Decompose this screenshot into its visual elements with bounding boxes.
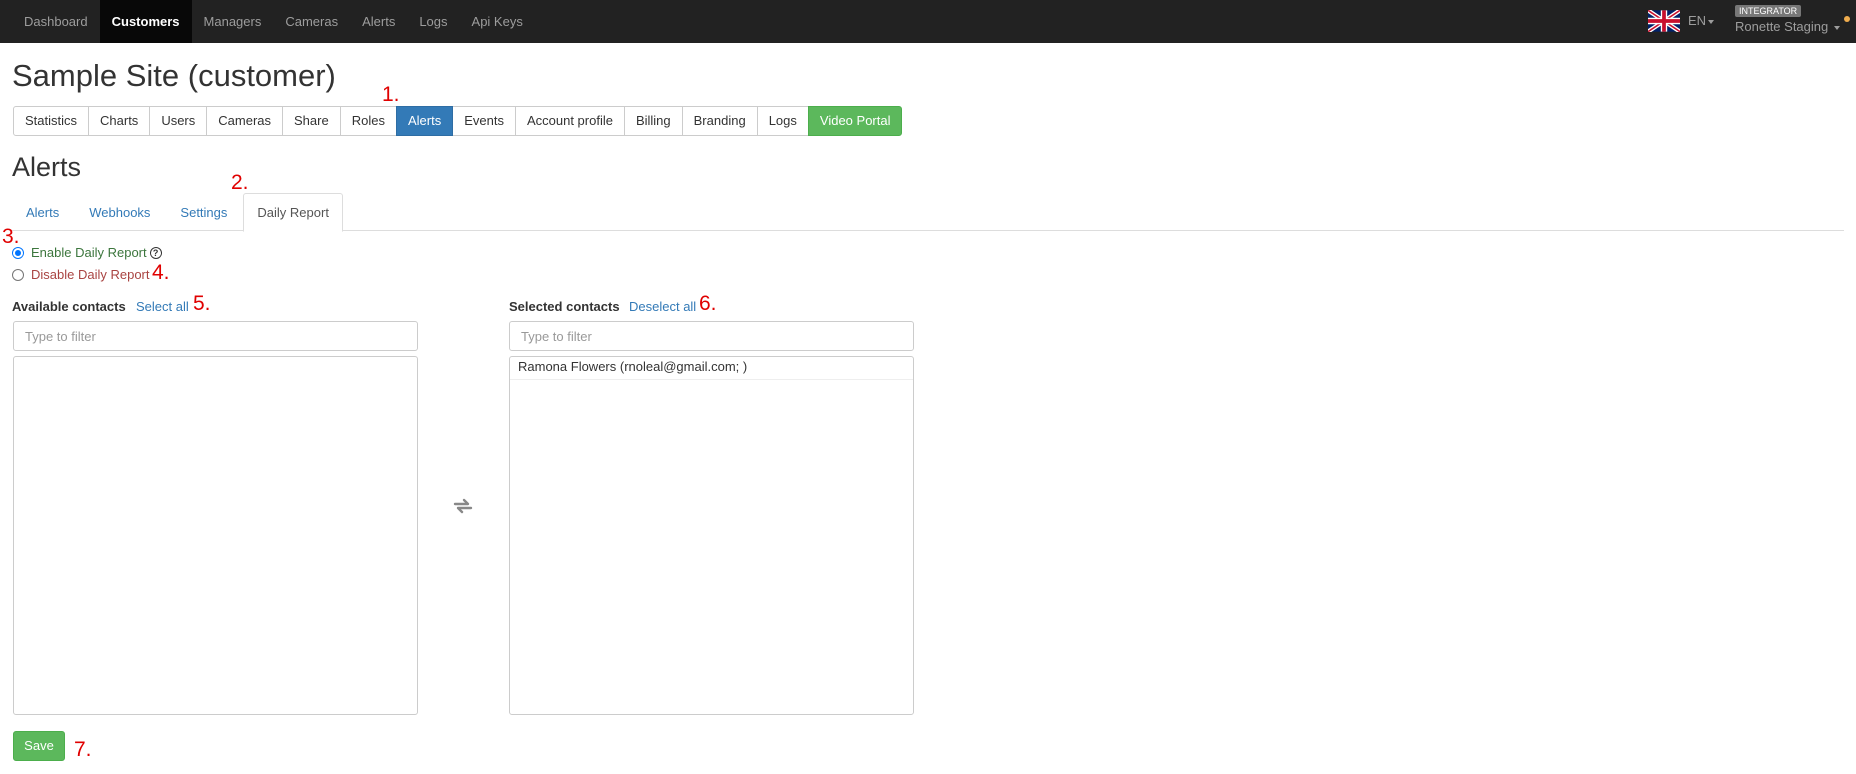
nav-cameras[interactable]: Cameras: [273, 0, 350, 43]
btn-statistics[interactable]: Statistics: [13, 106, 90, 136]
btn-alerts[interactable]: Alerts: [395, 106, 454, 136]
deselect-all-link[interactable]: Deselect all: [629, 299, 696, 314]
disable-daily-report-radio[interactable]: [12, 268, 24, 281]
annotation-2: 2.: [231, 171, 249, 194]
btn-billing[interactable]: Billing: [623, 106, 683, 136]
chevron-down-icon: [1833, 25, 1840, 30]
tab-alerts[interactable]: Alerts: [12, 193, 73, 230]
btn-events[interactable]: Events: [452, 106, 516, 136]
language-selector[interactable]: EN: [1688, 13, 1715, 28]
swap-arrows-icon[interactable]: [452, 497, 474, 515]
available-filter-input[interactable]: [13, 321, 418, 351]
enable-daily-report-radio[interactable]: [12, 246, 24, 259]
annotation-5: 5.: [193, 292, 211, 315]
btn-charts[interactable]: Charts: [88, 106, 151, 136]
tab-webhooks[interactable]: Webhooks: [75, 193, 164, 230]
selected-contacts-list[interactable]: Ramona Flowers (rnoleal@gmail.com; ): [509, 356, 914, 715]
user-name-label: Ronette Staging: [1735, 19, 1829, 34]
annotation-1: 1.: [382, 83, 400, 106]
uk-flag-icon[interactable]: [1648, 10, 1680, 32]
annotation-4: 4.: [152, 261, 170, 284]
disable-daily-report-option[interactable]: Disable Daily Report: [12, 267, 150, 282]
btn-share[interactable]: Share: [282, 106, 341, 136]
annotation-6: 6.: [699, 292, 717, 315]
help-icon[interactable]: ?: [149, 246, 162, 259]
btn-roles[interactable]: Roles: [339, 106, 397, 136]
available-contacts-list[interactable]: [13, 356, 418, 715]
tab-settings[interactable]: Settings: [166, 193, 241, 230]
nav-dashboard[interactable]: Dashboard: [12, 0, 100, 43]
nav-alerts[interactable]: Alerts: [350, 0, 407, 43]
language-label: EN: [1688, 13, 1707, 28]
btn-cameras[interactable]: Cameras: [206, 106, 284, 136]
user-menu[interactable]: Ronette Staging: [1735, 19, 1840, 34]
top-navbar: Dashboard Customers Managers Cameras Ale…: [0, 0, 1856, 43]
select-all-link[interactable]: Select all: [136, 299, 189, 314]
nav-managers[interactable]: Managers: [192, 0, 274, 43]
save-button[interactable]: Save: [13, 731, 65, 761]
role-badge: INTEGRATOR: [1735, 5, 1802, 17]
enable-daily-report-option[interactable]: Enable Daily Report ?: [12, 245, 162, 260]
chevron-down-icon: [1708, 19, 1715, 24]
btn-account-profile[interactable]: Account profile: [514, 106, 625, 136]
nav-logs[interactable]: Logs: [407, 0, 459, 43]
available-contacts-label: Available contacts: [12, 299, 126, 314]
selected-filter-input[interactable]: [509, 321, 914, 351]
selected-contacts-label: Selected contacts: [509, 299, 620, 314]
section-title: Alerts: [12, 152, 82, 182]
tab-daily-report[interactable]: Daily Report: [243, 193, 343, 232]
btn-video-portal[interactable]: Video Portal: [807, 106, 903, 136]
disable-daily-report-label: Disable Daily Report: [31, 267, 150, 282]
btn-users[interactable]: Users: [149, 106, 208, 136]
alerts-tabs: Alerts Webhooks Settings Daily Report: [12, 193, 1844, 232]
annotation-3: 3.: [2, 225, 20, 248]
customer-section-buttons: Statistics Charts Users Cameras Share Ro…: [13, 106, 903, 136]
btn-logs[interactable]: Logs: [756, 106, 809, 136]
nav-api-keys[interactable]: Api Keys: [460, 0, 535, 43]
btn-branding[interactable]: Branding: [681, 106, 758, 136]
enable-daily-report-label: Enable Daily Report: [31, 245, 147, 260]
annotation-7: 7.: [74, 738, 92, 761]
page-title: Sample Site (customer): [12, 58, 336, 93]
list-item[interactable]: Ramona Flowers (rnoleal@gmail.com; ): [510, 357, 913, 380]
nav-customers[interactable]: Customers: [99, 0, 192, 43]
notification-dot-icon: [1844, 16, 1850, 22]
